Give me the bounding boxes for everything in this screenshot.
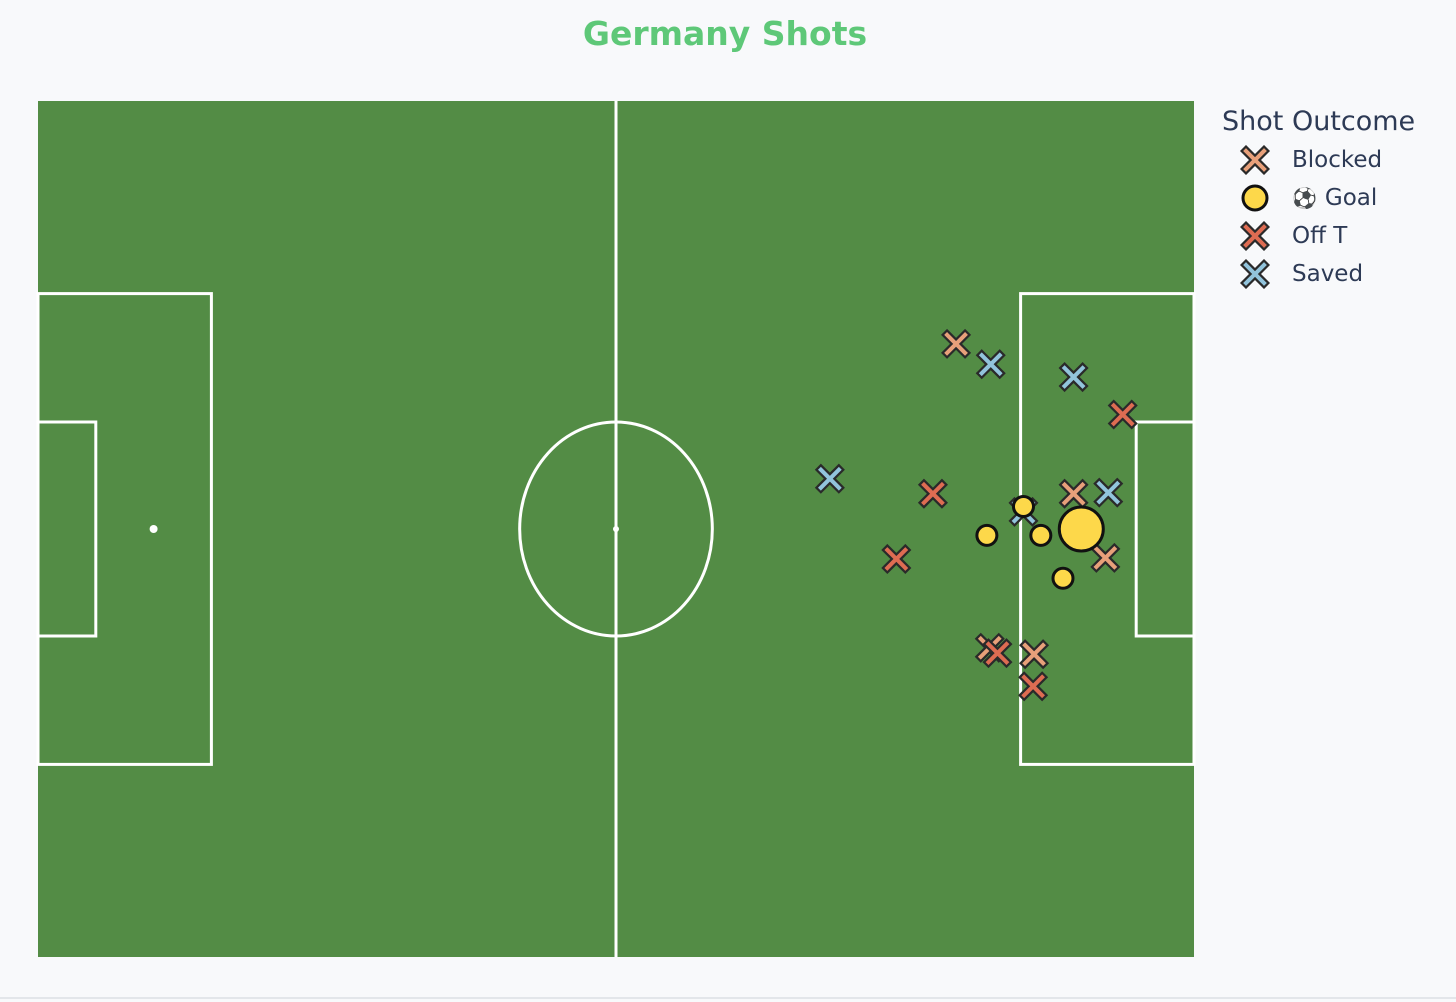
- legend-symbol-saved: [1240, 259, 1270, 289]
- shot-marker-goal: [975, 523, 999, 547]
- legend-label: Off T: [1292, 223, 1348, 249]
- soccer-ball-icon: ⚽: [1292, 186, 1317, 210]
- legend-label: Goal: [1324, 185, 1378, 211]
- shot-marker-goal: [1057, 505, 1105, 553]
- shot-marker-goal: [1051, 566, 1075, 590]
- bottom-divider: [0, 997, 1456, 999]
- legend-title: Shot Outcome: [1222, 106, 1416, 137]
- legend-item-blocked[interactable]: Blocked: [1222, 141, 1415, 179]
- legend-item-goal[interactable]: ⚽ Goal: [1222, 179, 1415, 217]
- legend-x-icon: [1240, 259, 1270, 289]
- shot-marker-goal: [1011, 495, 1035, 519]
- legend-item-saved[interactable]: Saved: [1222, 255, 1415, 293]
- legend-symbol-off-t: [1240, 221, 1270, 251]
- legend-x-icon: [1240, 221, 1270, 251]
- center-spot: [613, 526, 619, 532]
- shot-marker-goal: [1029, 523, 1053, 547]
- legend-item-off-t[interactable]: Off T: [1222, 217, 1415, 255]
- legend: Shot Outcome Blocked ⚽ Goal Off T Saved: [1222, 106, 1415, 293]
- left-penalty-spot: [149, 525, 158, 533]
- legend-symbol-blocked: [1240, 145, 1270, 175]
- legend-label: Saved: [1292, 261, 1364, 287]
- legend-x-icon: [1240, 145, 1270, 175]
- legend-label: Blocked: [1292, 147, 1383, 173]
- legend-circle-icon: [1241, 184, 1269, 212]
- legend-symbol-goal: [1241, 184, 1269, 212]
